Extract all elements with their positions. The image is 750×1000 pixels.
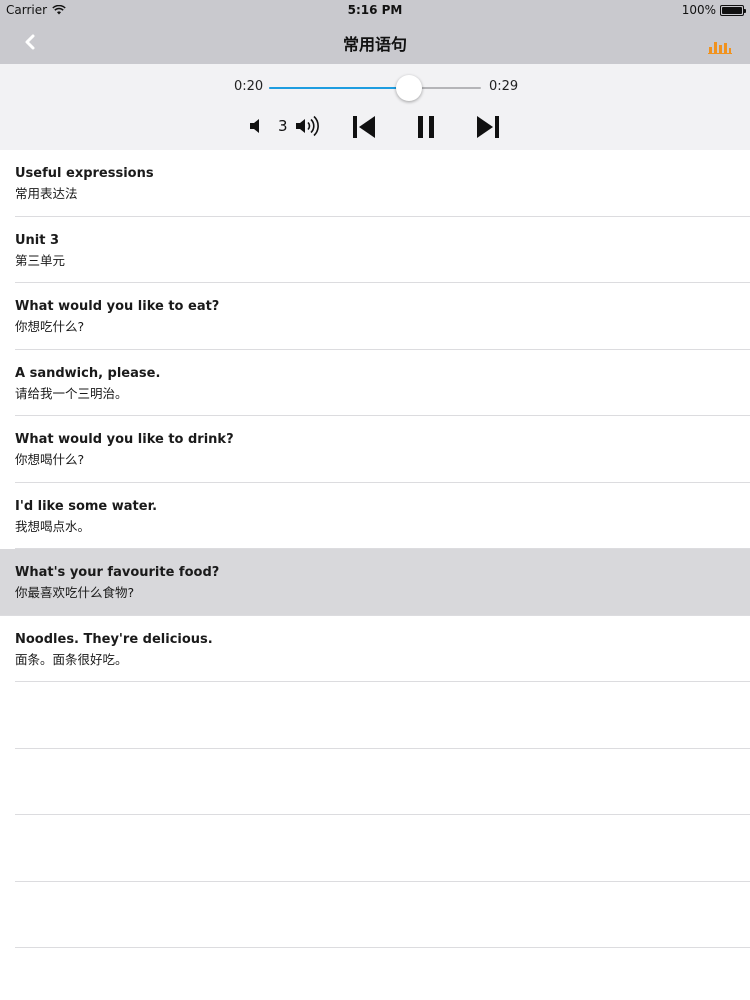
phrase-chinese: 面条。面条很好吃。 <box>15 651 128 667</box>
slider-thumb[interactable] <box>395 75 422 101</box>
phrase-chinese: 常用表达法 <box>15 186 78 201</box>
list-item[interactable] <box>0 882 750 948</box>
slider-fill <box>269 87 409 89</box>
volume-down-icon[interactable] <box>248 116 266 136</box>
phrase-chinese: 请给我一个三明治。 <box>15 385 128 401</box>
phrase-english: A sandwich, please. <box>15 365 161 381</box>
phrase-english: I'd like some water. <box>15 498 158 514</box>
nav-bar: 常用语句 <box>0 20 750 64</box>
phrase-english: Noodles. They're delicious. <box>15 631 213 647</box>
phrase-english: What's your favourite food? <box>15 565 220 580</box>
current-time: 0:20 <box>234 79 264 94</box>
phrase-english: Unit 3 <box>15 232 60 248</box>
phrase-chinese: 你想喝什么? <box>15 452 85 467</box>
phrase-english: Useful expressions <box>15 166 154 181</box>
status-bar: Carrier 5:16 PM 100% <box>0 0 750 20</box>
list-item[interactable]: Useful expressions 常用表达法 <box>0 150 750 217</box>
battery-percent: 100% <box>681 3 716 17</box>
battery-group: 100% <box>681 3 746 17</box>
phrase-english: What would you like to eat? <box>15 299 220 314</box>
phrase-list: Useful expressions 常用表达法 Unit 3 第三单元 Wha… <box>0 150 750 948</box>
list-item[interactable]: What's your favourite food? 你最喜欢吃什么食物? <box>0 549 750 616</box>
phrase-chinese: 你想吃什么? <box>15 319 85 334</box>
bar-chart-icon <box>708 42 732 54</box>
volume-up-icon[interactable] <box>294 114 326 138</box>
total-time: 0:29 <box>489 79 519 94</box>
phrase-english: What would you like to drink? <box>15 432 234 447</box>
list-item[interactable]: Unit 3 第三单元 <box>0 217 750 283</box>
audio-player: 0:20 0:29 3 <box>0 64 750 150</box>
next-track-icon[interactable] <box>475 114 501 140</box>
volume-level: 3 <box>278 117 288 135</box>
row-separator <box>15 947 750 948</box>
list-item[interactable] <box>0 682 750 749</box>
battery-icon <box>720 4 746 16</box>
page-title: 常用语句 <box>342 35 407 54</box>
list-item[interactable]: Noodles. They're delicious. 面条。面条很好吃。 <box>0 616 750 682</box>
clock: 5:16 PM <box>347 3 403 17</box>
list-item[interactable]: I'd like some water. 我想喝点水。 <box>0 483 750 549</box>
phrase-chinese: 第三单元 <box>15 252 66 268</box>
phrase-chinese: 你最喜欢吃什么食物? <box>15 585 135 600</box>
pause-icon[interactable] <box>416 115 436 139</box>
list-item[interactable] <box>0 815 750 882</box>
previous-track-icon[interactable] <box>351 114 377 140</box>
list-item[interactable]: What would you like to drink? 你想喝什么? <box>0 416 750 483</box>
progress-slider[interactable] <box>269 75 481 101</box>
list-item[interactable]: A sandwich, please. 请给我一个三明治。 <box>0 350 750 416</box>
stats-button[interactable] <box>708 38 732 54</box>
phrase-chinese: 我想喝点水。 <box>15 518 91 534</box>
list-item[interactable] <box>0 749 750 815</box>
list-item[interactable]: What would you like to eat? 你想吃什么? <box>0 283 750 350</box>
